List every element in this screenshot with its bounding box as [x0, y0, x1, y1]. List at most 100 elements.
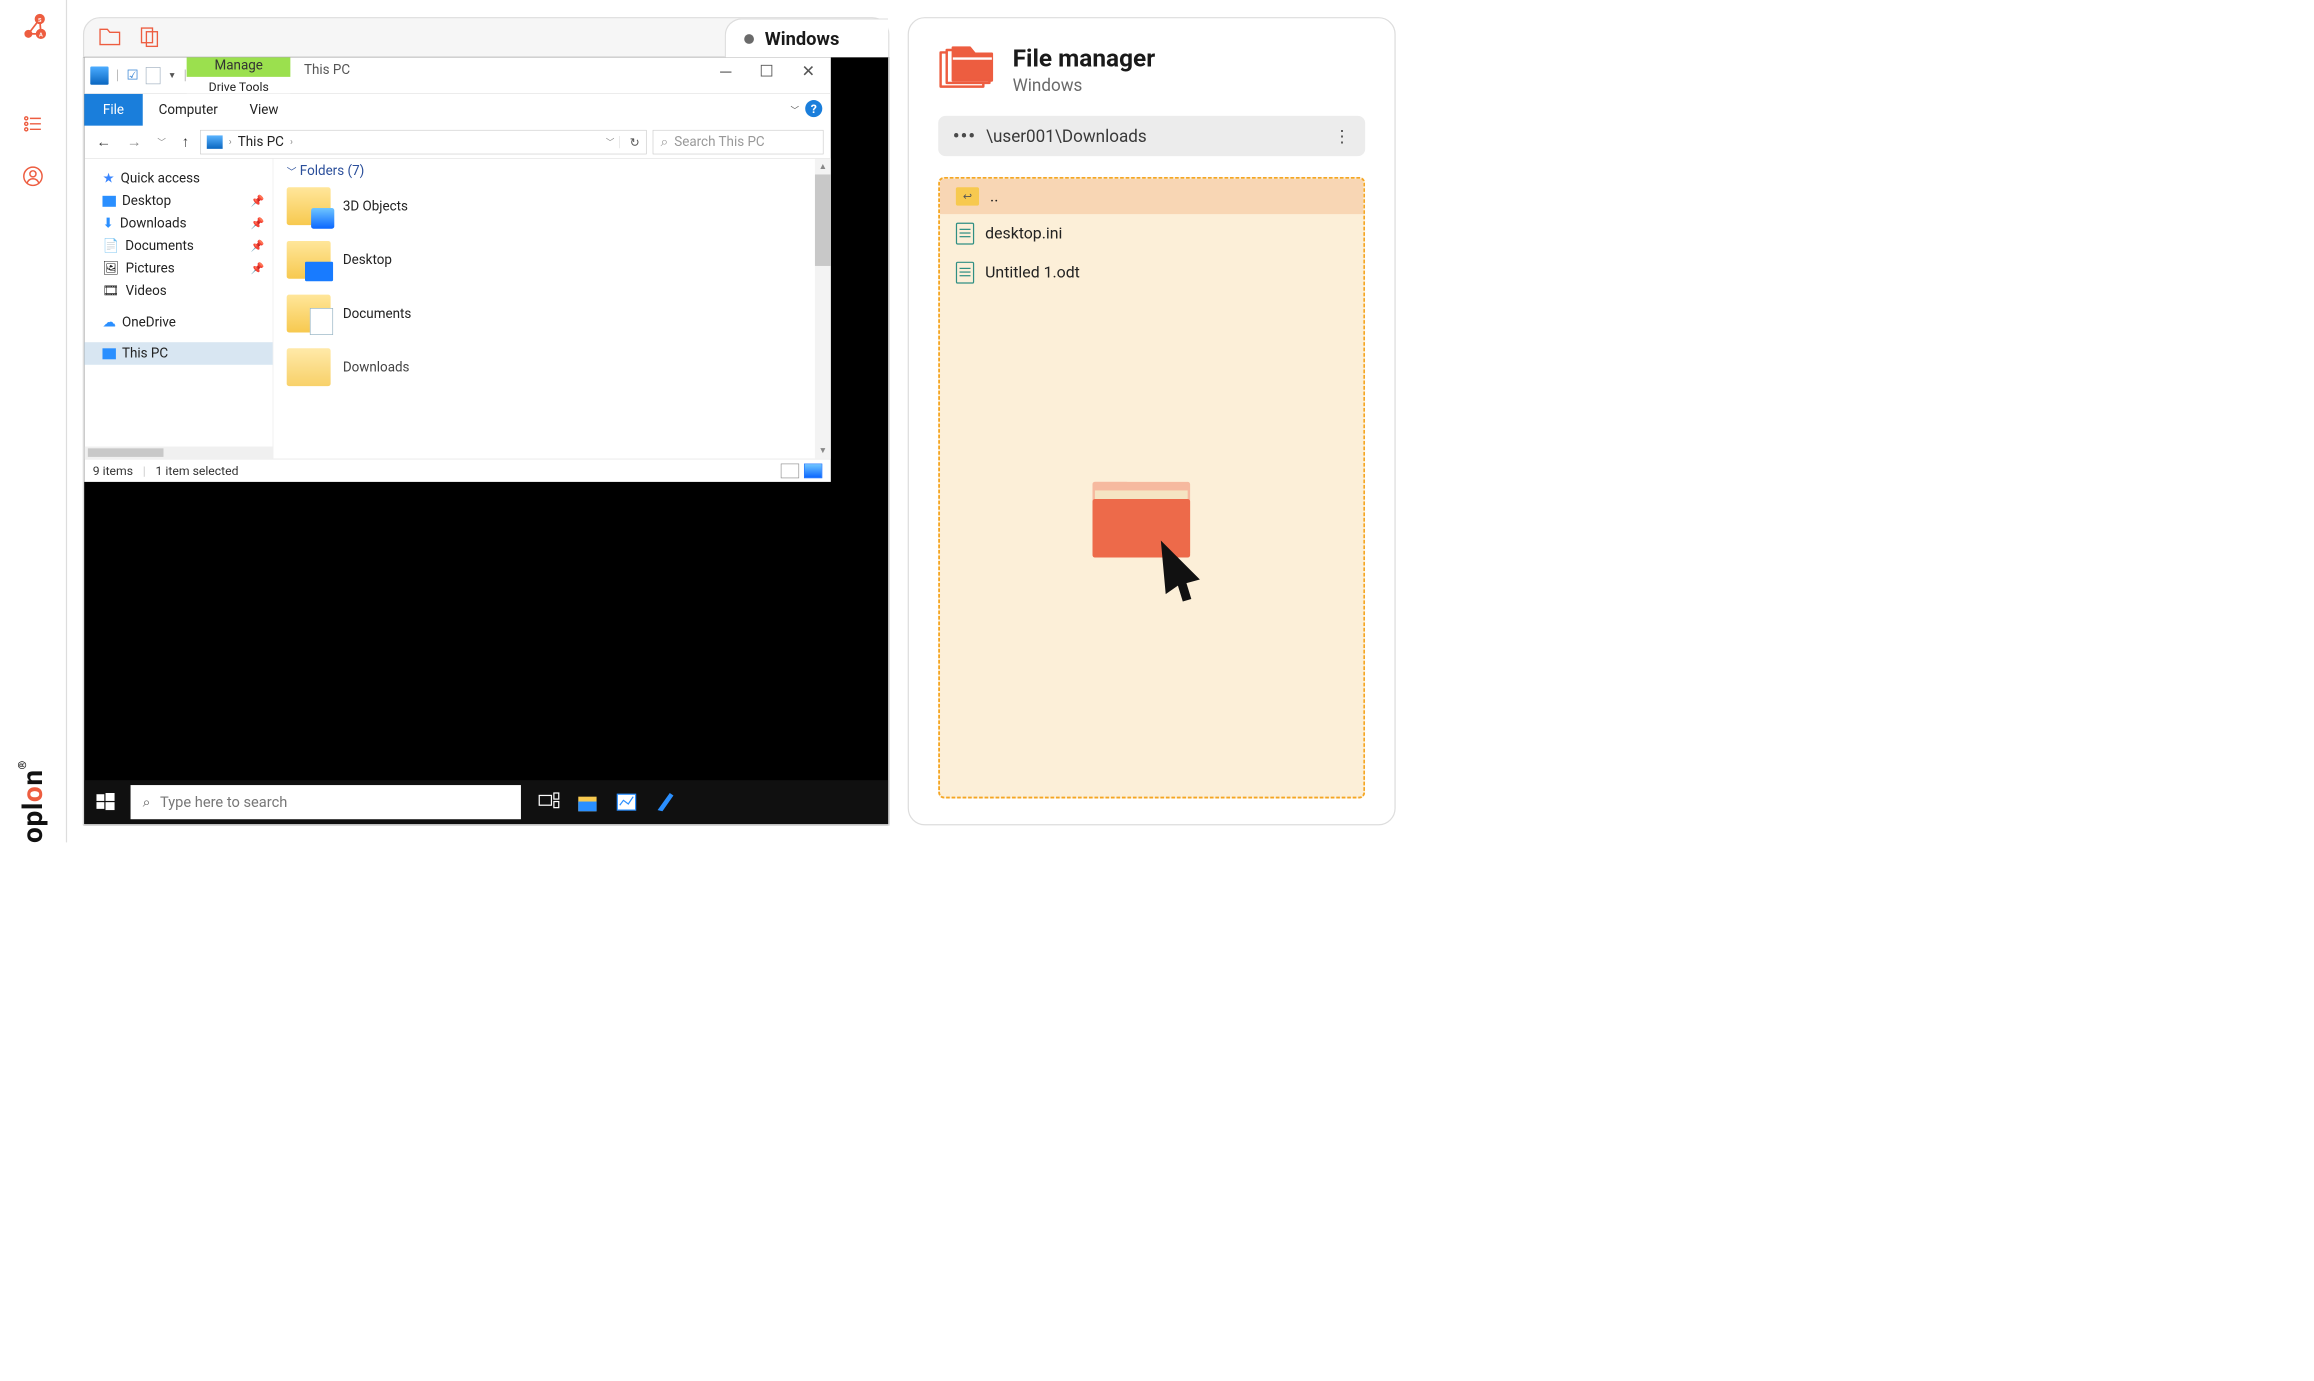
vm-viewport[interactable]: | ☑ ▼ | Manage Drive Tools This PC ─: [83, 57, 889, 825]
folder-downloads[interactable]: Downloads: [287, 348, 831, 386]
addr-chevron-icon[interactable]: ›: [290, 136, 293, 148]
nav-up-icon[interactable]: ↑: [177, 133, 194, 151]
taskbar-app2-icon[interactable]: [654, 791, 677, 814]
explorer-content[interactable]: ﹀ Folders (7) 3D Objects Desktop Documen…: [273, 159, 831, 459]
addr-history-icon[interactable]: ﹀: [606, 136, 620, 148]
content-scrollbar[interactable]: ▲▼: [815, 159, 831, 459]
file-name: Untitled 1.odt: [985, 264, 1080, 282]
folder-documents[interactable]: Documents: [287, 295, 831, 333]
nav-recent-icon[interactable]: ﹀: [153, 136, 171, 148]
folder-icon: [287, 187, 331, 225]
svg-text:A: A: [39, 33, 43, 39]
file-explorer-window[interactable]: | ☑ ▼ | Manage Drive Tools This PC ─: [84, 57, 831, 482]
file-manager-header-icon: [938, 44, 994, 92]
dir-up-icon: ↩: [956, 187, 979, 205]
file-icon: [956, 223, 974, 245]
nav-fwd-icon[interactable]: →: [122, 133, 146, 151]
window-title-location: This PC: [291, 57, 721, 93]
path-bar: ••• \user001\Downloads ⋮: [938, 116, 1365, 156]
nav-this-pc[interactable]: This PC: [84, 342, 272, 365]
folder-desktop[interactable]: Desktop: [287, 241, 831, 279]
start-icon[interactable]: [96, 793, 114, 811]
refresh-icon[interactable]: ↻: [630, 135, 640, 150]
current-path[interactable]: \user001\Downloads: [986, 126, 1147, 146]
folder-3d-objects[interactable]: 3D Objects: [287, 187, 831, 225]
nav-documents[interactable]: 📄Documents📌: [84, 235, 272, 258]
task-view-icon[interactable]: [537, 791, 560, 814]
addr-pc-icon: [207, 135, 223, 148]
dir-up-row[interactable]: ↩ ..: [940, 179, 1363, 214]
ribbon-chevron-down-icon[interactable]: ﹀: [791, 104, 800, 116]
view-details-icon[interactable]: [781, 463, 799, 478]
help-icon[interactable]: ?: [805, 100, 822, 117]
pin-icon[interactable]: 📌: [250, 195, 264, 208]
pin-icon[interactable]: 📌: [250, 217, 264, 230]
search-placeholder: Search This PC: [674, 134, 764, 149]
search-input[interactable]: ⌕ Search This PC: [653, 130, 824, 154]
taskbar-search-placeholder: Type here to search: [160, 794, 287, 811]
quickaccess-check-icon[interactable]: ☑: [126, 68, 138, 83]
nav-downloads[interactable]: ⬇Downloads📌: [84, 212, 272, 235]
contextual-tab-group: Manage Drive Tools: [187, 57, 291, 93]
sysmenu-icon[interactable]: [90, 66, 108, 84]
windows-taskbar[interactable]: ⌕ Type here to search: [84, 780, 888, 824]
list-icon[interactable]: [23, 113, 44, 134]
pin-icon[interactable]: 📌: [250, 262, 264, 275]
copy-tab-icon[interactable]: [139, 27, 160, 48]
nav-back-icon[interactable]: ←: [92, 133, 116, 151]
taskbar-search[interactable]: ⌕ Type here to search: [131, 785, 521, 819]
file-row[interactable]: desktop.ini: [940, 214, 1363, 253]
drop-illustration: [1082, 473, 1222, 601]
explorer-nav-pane[interactable]: ★Quick access Desktop📌 ⬇Downloads📌 📄Docu…: [84, 159, 273, 459]
dir-up-label: ..: [990, 187, 998, 205]
explorer-titlebar: | ☑ ▼ | Manage Drive Tools This PC ─: [84, 57, 831, 94]
nav-onedrive[interactable]: ☁OneDrive: [84, 311, 272, 334]
osa-logo-icon: SA: [16, 12, 50, 46]
user-icon[interactable]: [23, 166, 44, 187]
svg-text:S: S: [38, 18, 42, 24]
path-more-icon[interactable]: •••: [953, 125, 976, 146]
tab-windows[interactable]: Windows: [725, 18, 889, 58]
manage-tab[interactable]: Manage: [187, 57, 291, 77]
taskbar-app1-icon[interactable]: [615, 791, 638, 814]
path-menu-icon[interactable]: ⋮: [1333, 126, 1350, 146]
tab-label: Windows: [765, 28, 840, 49]
nav-pictures[interactable]: 🖼Pictures📌: [84, 257, 272, 280]
taskbar-explorer-icon[interactable]: [576, 791, 599, 814]
ribbon-file[interactable]: File: [84, 94, 143, 126]
addr-chevron-icon[interactable]: ›: [229, 136, 232, 148]
pin-icon[interactable]: 📌: [250, 240, 264, 253]
tab-status-dot-icon: [744, 34, 754, 44]
minimize-icon[interactable]: ─: [720, 62, 731, 93]
ribbon-computer[interactable]: Computer: [143, 94, 234, 126]
nav-quick-access[interactable]: ★Quick access: [84, 167, 272, 190]
explorer-status-bar: 9 items | 1 item selected: [84, 459, 831, 482]
folder-icon: [287, 348, 331, 386]
nav-desktop[interactable]: Desktop📌: [84, 190, 272, 213]
file-row[interactable]: Untitled 1.odt: [940, 253, 1363, 292]
titlebar-dropdown-icon[interactable]: ▼: [168, 70, 176, 80]
center-pane: Windows | ☑ ▼ |: [83, 17, 889, 825]
left-rail: SA oplon®: [0, 0, 67, 842]
titlebar-file-icon[interactable]: [146, 67, 161, 84]
panel-title: File manager: [1013, 44, 1156, 73]
panel-subtitle: Windows: [1013, 75, 1156, 95]
search-icon: ⌕: [143, 795, 151, 810]
breadcrumb[interactable]: This PC: [238, 134, 284, 149]
file-drop-zone[interactable]: ↩ .. desktop.ini Untitled 1.odt: [938, 177, 1365, 799]
status-selected-count: 1 item selected: [156, 463, 239, 478]
maximize-icon[interactable]: ☐: [759, 62, 773, 93]
file-name: desktop.ini: [985, 224, 1062, 242]
top-tabbar: Windows: [83, 17, 889, 57]
ribbon-view[interactable]: View: [234, 94, 295, 126]
close-icon[interactable]: ✕: [802, 62, 815, 93]
view-thumbs-icon[interactable]: [804, 463, 822, 478]
address-bar[interactable]: › This PC › ﹀ ↻: [200, 130, 647, 154]
folder-icon: [287, 241, 331, 279]
file-icon: [956, 262, 974, 284]
folder-tab-icon[interactable]: [99, 27, 121, 47]
address-bar-row: ← → ﹀ ↑ › This PC › ﹀ ↻: [84, 126, 831, 159]
nav-videos[interactable]: 🎞Videos: [84, 280, 272, 303]
folders-group-header[interactable]: ﹀ Folders (7): [287, 163, 831, 178]
nav-horizontal-scrollbar[interactable]: [84, 447, 272, 459]
